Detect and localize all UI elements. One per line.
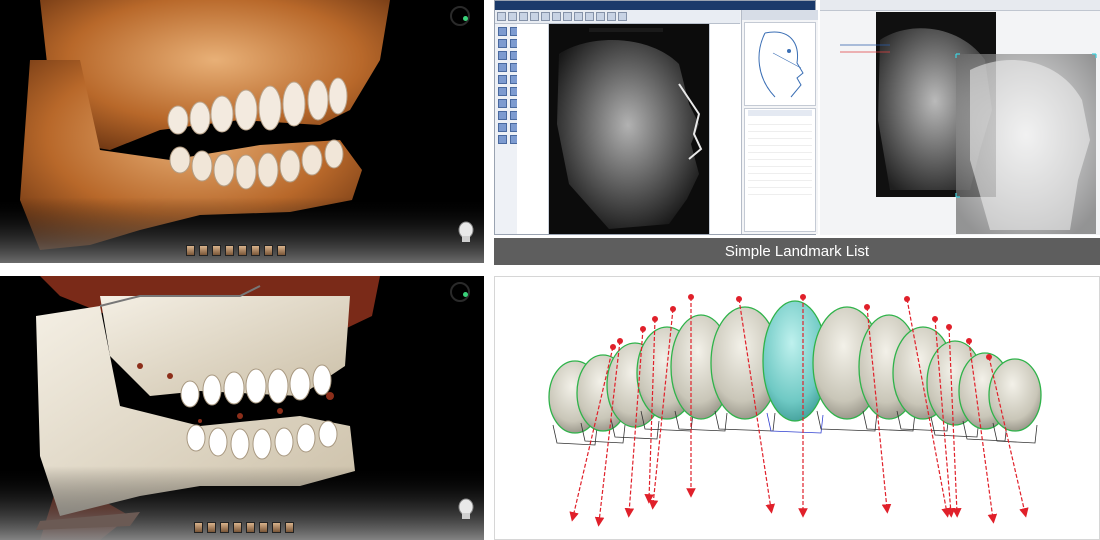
tool-button[interactable] bbox=[498, 63, 507, 72]
axis-handle[interactable] bbox=[640, 326, 646, 332]
landmark-list[interactable] bbox=[744, 108, 816, 232]
view-preset-thumb[interactable] bbox=[186, 245, 195, 256]
ct-render-top bbox=[0, 0, 484, 263]
landmark-list-row[interactable] bbox=[748, 167, 812, 174]
axis-handle[interactable] bbox=[610, 344, 616, 350]
tool-button[interactable] bbox=[498, 87, 507, 96]
view-preset-thumb[interactable] bbox=[272, 522, 281, 533]
axis-handle[interactable] bbox=[932, 316, 938, 322]
landmark-list-row[interactable] bbox=[748, 118, 812, 125]
axis-handle[interactable] bbox=[652, 316, 658, 322]
window-titlebar bbox=[495, 1, 815, 10]
ct-viewer-bottom[interactable] bbox=[0, 276, 484, 540]
axis-handle[interactable] bbox=[736, 296, 742, 302]
view-preset-thumb[interactable] bbox=[220, 522, 229, 533]
axis-handle[interactable] bbox=[904, 296, 910, 302]
toolbar-button[interactable] bbox=[508, 12, 517, 21]
landmark-list-row[interactable] bbox=[748, 146, 812, 153]
tool-button[interactable] bbox=[498, 75, 507, 84]
axis-handle[interactable] bbox=[670, 306, 676, 312]
landmark-list-row[interactable] bbox=[748, 160, 812, 167]
landmark-panel bbox=[741, 10, 818, 234]
toolbar-button[interactable] bbox=[618, 12, 627, 21]
axis-handle[interactable] bbox=[966, 338, 972, 344]
tooth[interactable] bbox=[988, 358, 1042, 432]
axis-handle[interactable] bbox=[864, 304, 870, 310]
tool-button[interactable] bbox=[498, 135, 507, 144]
view-preset-thumb[interactable] bbox=[207, 522, 216, 533]
measurement-overlay bbox=[589, 28, 663, 32]
teeth-arch bbox=[548, 300, 1042, 446]
toolbar-button[interactable] bbox=[596, 12, 605, 21]
landmark-list-row[interactable] bbox=[748, 125, 812, 132]
status-indicator bbox=[463, 16, 468, 21]
axis-handle[interactable] bbox=[800, 294, 806, 300]
view-preset-thumb[interactable] bbox=[285, 522, 294, 533]
ceph-xray-view[interactable] bbox=[549, 24, 709, 234]
tool-button[interactable] bbox=[498, 51, 507, 60]
main-toolbar bbox=[495, 10, 740, 24]
toolbar-button[interactable] bbox=[585, 12, 594, 21]
head-orientation-icon[interactable] bbox=[456, 498, 476, 520]
landmark-list-row[interactable] bbox=[748, 188, 812, 195]
toolbar-button[interactable] bbox=[497, 12, 506, 21]
view-preset-thumb[interactable] bbox=[238, 245, 247, 256]
ceph-xray-image bbox=[549, 24, 709, 234]
landmark-list-row[interactable] bbox=[748, 139, 812, 146]
landmark-panel-header bbox=[742, 10, 818, 20]
toolbar-button[interactable] bbox=[519, 12, 528, 21]
superimposition-view[interactable] bbox=[820, 0, 1100, 235]
status-indicator bbox=[463, 292, 468, 297]
tool-button[interactable] bbox=[498, 123, 507, 132]
landmark-list-row[interactable] bbox=[748, 181, 812, 188]
ceph-software-panel: Simple Landmark List bbox=[494, 0, 1100, 266]
landmark-list-row[interactable] bbox=[748, 153, 812, 160]
ct-render-bottom bbox=[0, 276, 484, 540]
view-preset-thumb[interactable] bbox=[194, 522, 203, 533]
view-preset-thumb[interactable] bbox=[225, 245, 234, 256]
xray-scroll-area[interactable] bbox=[709, 24, 741, 234]
tooth-axis-panel[interactable] bbox=[494, 276, 1100, 540]
toolbar-button[interactable] bbox=[530, 12, 539, 21]
tooth-axis-scene bbox=[548, 294, 1042, 527]
view-preset-strip bbox=[194, 522, 294, 534]
toolbar-button[interactable] bbox=[563, 12, 572, 21]
landmark-face-diagram bbox=[744, 22, 816, 106]
tool-button[interactable] bbox=[498, 39, 507, 48]
tool-button[interactable] bbox=[498, 111, 507, 120]
view-preset-thumb[interactable] bbox=[277, 245, 286, 256]
landmark-list-row[interactable] bbox=[748, 132, 812, 139]
ceph-app-window bbox=[494, 0, 818, 235]
view-preset-thumb[interactable] bbox=[259, 522, 268, 533]
view-preset-thumb[interactable] bbox=[233, 522, 242, 533]
view-preset-thumb[interactable] bbox=[212, 245, 221, 256]
view-preset-thumb[interactable] bbox=[251, 245, 260, 256]
toolbar-button[interactable] bbox=[574, 12, 583, 21]
axis-handle[interactable] bbox=[617, 338, 623, 344]
head-orientation-icon[interactable] bbox=[456, 221, 476, 243]
toolbar-button[interactable] bbox=[552, 12, 561, 21]
toolbar-button[interactable] bbox=[607, 12, 616, 21]
view-preset-strip bbox=[186, 245, 286, 257]
landmark-list-row[interactable] bbox=[748, 110, 812, 116]
view-preset-thumb[interactable] bbox=[264, 245, 273, 256]
tool-button[interactable] bbox=[498, 99, 507, 108]
view-preset-thumb[interactable] bbox=[199, 245, 208, 256]
landmark-list-row[interactable] bbox=[748, 174, 812, 181]
caption-bar: Simple Landmark List bbox=[494, 238, 1100, 265]
ct-viewer-top[interactable] bbox=[0, 0, 484, 263]
axis-handle[interactable] bbox=[986, 354, 992, 360]
superimposition-image bbox=[840, 12, 1097, 234]
tool-palette bbox=[495, 24, 519, 234]
image-info-column bbox=[517, 24, 549, 234]
tool-button[interactable] bbox=[498, 27, 507, 36]
axis-handle[interactable] bbox=[946, 324, 952, 330]
view-preset-thumb[interactable] bbox=[246, 522, 255, 533]
toolbar-button[interactable] bbox=[541, 12, 550, 21]
axis-handle[interactable] bbox=[688, 294, 694, 300]
